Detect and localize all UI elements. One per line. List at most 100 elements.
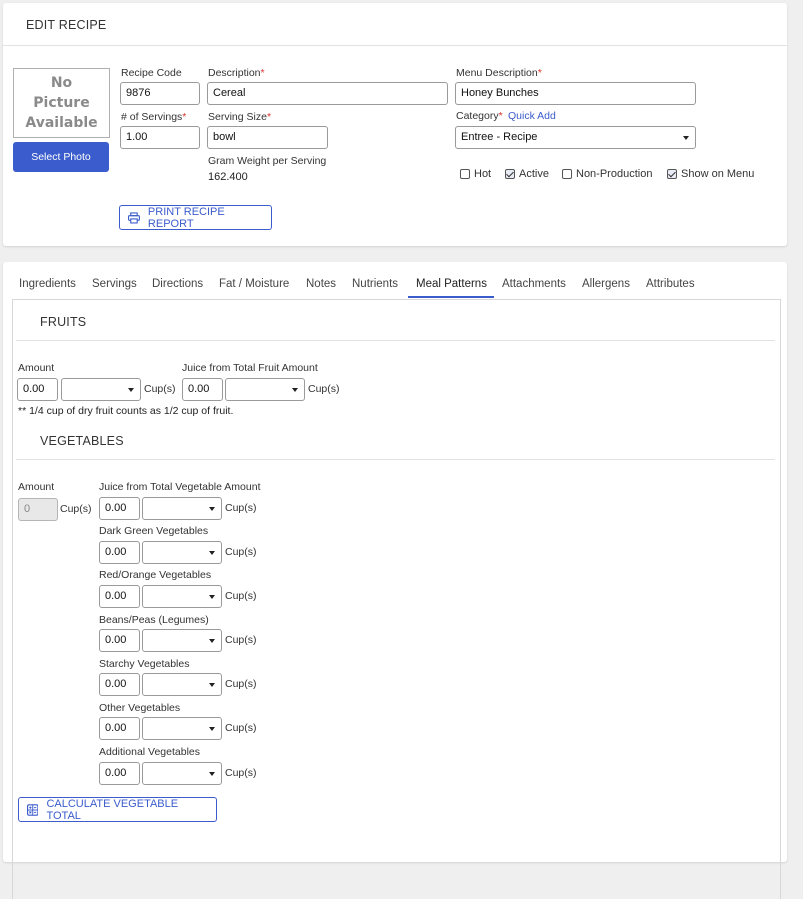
serving-size-input[interactable]: bowl: [207, 126, 328, 149]
non-production-checkbox[interactable]: Non-Production: [562, 168, 652, 180]
hot-checkbox[interactable]: Hot: [460, 168, 491, 180]
starchy-label: Starchy Vegetables: [99, 658, 190, 670]
calculate-vegetable-total-label: CALCULATE VEGETABLE TOTAL: [46, 797, 179, 822]
non-production-checkbox-label: Non-Production: [576, 168, 653, 180]
menu-description-input[interactable]: Honey Bunches: [455, 82, 696, 105]
tab-servings[interactable]: Servings: [92, 278, 137, 290]
chevron-down-icon: [209, 772, 215, 776]
chevron-down-icon: [209, 683, 215, 687]
chevron-down-icon: [209, 639, 215, 643]
tab-attributes[interactable]: Attributes: [646, 278, 695, 290]
fruit-juice-unit: Cup(s): [308, 383, 340, 395]
additional-vegetables-input[interactable]: 0.00: [99, 762, 140, 785]
chevron-down-icon: [683, 136, 689, 140]
additional-vegetables-unit: Cup(s): [225, 767, 257, 779]
tab-nutrients[interactable]: Nutrients: [352, 278, 398, 290]
fruit-juice-unit-select[interactable]: [225, 378, 305, 401]
vegetable-amount-input: 0: [18, 498, 58, 521]
additional-vegetables-label: Additional Vegetables: [99, 746, 200, 758]
fruit-amount-unit-select[interactable]: [61, 378, 141, 401]
chevron-down-icon: [292, 388, 298, 392]
calculate-vegetable-total-button[interactable]: CALCULATE VEGETABLE TOTAL: [18, 797, 217, 822]
tab-notes[interactable]: Notes: [306, 278, 336, 290]
fruits-divider: [16, 340, 775, 341]
active-checkbox[interactable]: Active: [505, 168, 549, 180]
category-select-value: Entree - Recipe: [461, 131, 538, 143]
checkbox-box: [562, 169, 572, 179]
chevron-down-icon: [209, 727, 215, 731]
no-picture-placeholder: No Picture Available: [13, 68, 110, 138]
vegetable-juice-label: Juice from Total Vegetable Amount: [99, 481, 261, 493]
vegetable-juice-input[interactable]: 0.00: [99, 497, 140, 520]
starchy-input[interactable]: 0.00: [99, 673, 140, 696]
other-vegetables-unit-select[interactable]: [142, 717, 222, 740]
checkbox-box: [505, 169, 515, 179]
show-on-menu-checkbox[interactable]: Show on Menu: [667, 168, 754, 180]
printer-icon: [128, 211, 140, 224]
red-orange-input[interactable]: 0.00: [99, 585, 140, 608]
description-label: Description*: [208, 67, 265, 79]
tab-attachments[interactable]: Attachments: [502, 278, 566, 290]
header-divider: [3, 45, 787, 46]
tab-ingredients[interactable]: Ingredients: [19, 278, 76, 290]
servings-label: # of Servings*: [121, 111, 187, 123]
chevron-down-icon: [209, 551, 215, 555]
vegetable-juice-unit-select[interactable]: [142, 497, 222, 520]
servings-input[interactable]: 1.00: [120, 126, 200, 149]
select-photo-button[interactable]: Select Photo: [13, 142, 109, 172]
dark-green-label: Dark Green Vegetables: [99, 525, 209, 537]
chevron-down-icon: [128, 388, 134, 392]
other-vegetables-label: Other Vegetables: [99, 702, 181, 714]
dark-green-unit-select[interactable]: [142, 541, 222, 564]
active-checkbox-label: Active: [519, 168, 549, 180]
tab-allergens[interactable]: Allergens: [582, 278, 630, 290]
active-tab-indicator: [408, 296, 494, 298]
fruit-juice-label: Juice from Total Fruit Amount: [182, 362, 318, 374]
recipe-code-label: Recipe Code: [121, 67, 182, 79]
beans-peas-unit-select[interactable]: [142, 629, 222, 652]
serving-size-label: Serving Size*: [208, 111, 272, 123]
vegetables-heading: VEGETABLES: [40, 434, 124, 448]
description-input[interactable]: Cereal: [207, 82, 448, 105]
menu-description-label: Menu Description*: [456, 67, 542, 79]
vegetables-divider: [16, 459, 775, 460]
category-label: Category*: [456, 110, 503, 122]
show-on-menu-checkbox-label: Show on Menu: [681, 168, 755, 180]
gram-weight-value: 162.400: [208, 171, 248, 183]
beans-peas-unit: Cup(s): [225, 634, 257, 646]
red-orange-unit-select[interactable]: [142, 585, 222, 608]
quick-add-link[interactable]: Quick Add: [508, 110, 556, 122]
beans-peas-label: Beans/Peas (Legumes): [99, 614, 209, 626]
other-vegetables-unit: Cup(s): [225, 722, 257, 734]
calculator-icon: [27, 803, 39, 816]
tab-meal-patterns[interactable]: Meal Patterns: [416, 278, 487, 290]
print-recipe-report-button[interactable]: PRINT RECIPE REPORT: [119, 205, 272, 230]
beans-peas-input[interactable]: 0.00: [99, 629, 140, 652]
red-orange-unit: Cup(s): [225, 590, 257, 602]
other-vegetables-input[interactable]: 0.00: [99, 717, 140, 740]
starchy-unit-select[interactable]: [142, 673, 222, 696]
edit-recipe-card: EDIT RECIPE No Picture Available Select …: [3, 3, 787, 246]
fruits-heading: FRUITS: [40, 315, 87, 329]
vegetable-amount-unit: Cup(s): [60, 503, 92, 515]
fruit-juice-input[interactable]: 0.00: [182, 378, 223, 401]
fruit-amount-label: Amount: [18, 362, 55, 374]
additional-vegetables-unit-select[interactable]: [142, 762, 222, 785]
fruit-amount-unit: Cup(s): [144, 383, 176, 395]
category-select[interactable]: Entree - Recipe: [455, 126, 696, 149]
recipe-code-input[interactable]: 9876: [120, 82, 200, 105]
gram-weight-label: Gram Weight per Serving: [208, 155, 327, 167]
meal-patterns-card: Ingredients Servings Directions Fat / Mo…: [3, 262, 787, 899]
dark-green-input[interactable]: 0.00: [99, 541, 140, 564]
page-title: EDIT RECIPE: [26, 18, 107, 32]
starchy-unit: Cup(s): [225, 678, 257, 690]
fruit-note: ** 1/4 cup of dry fruit counts as 1/2 cu…: [18, 405, 234, 417]
checkbox-box: [667, 169, 677, 179]
fruit-amount-input[interactable]: 0.00: [17, 378, 58, 401]
tab-fat-moisture[interactable]: Fat / Moisture: [219, 278, 289, 290]
vegetable-juice-unit: Cup(s): [225, 502, 257, 514]
hot-checkbox-label: Hot: [474, 168, 492, 180]
chevron-down-icon: [209, 507, 215, 511]
tab-directions[interactable]: Directions: [152, 278, 203, 290]
chevron-down-icon: [209, 595, 215, 599]
